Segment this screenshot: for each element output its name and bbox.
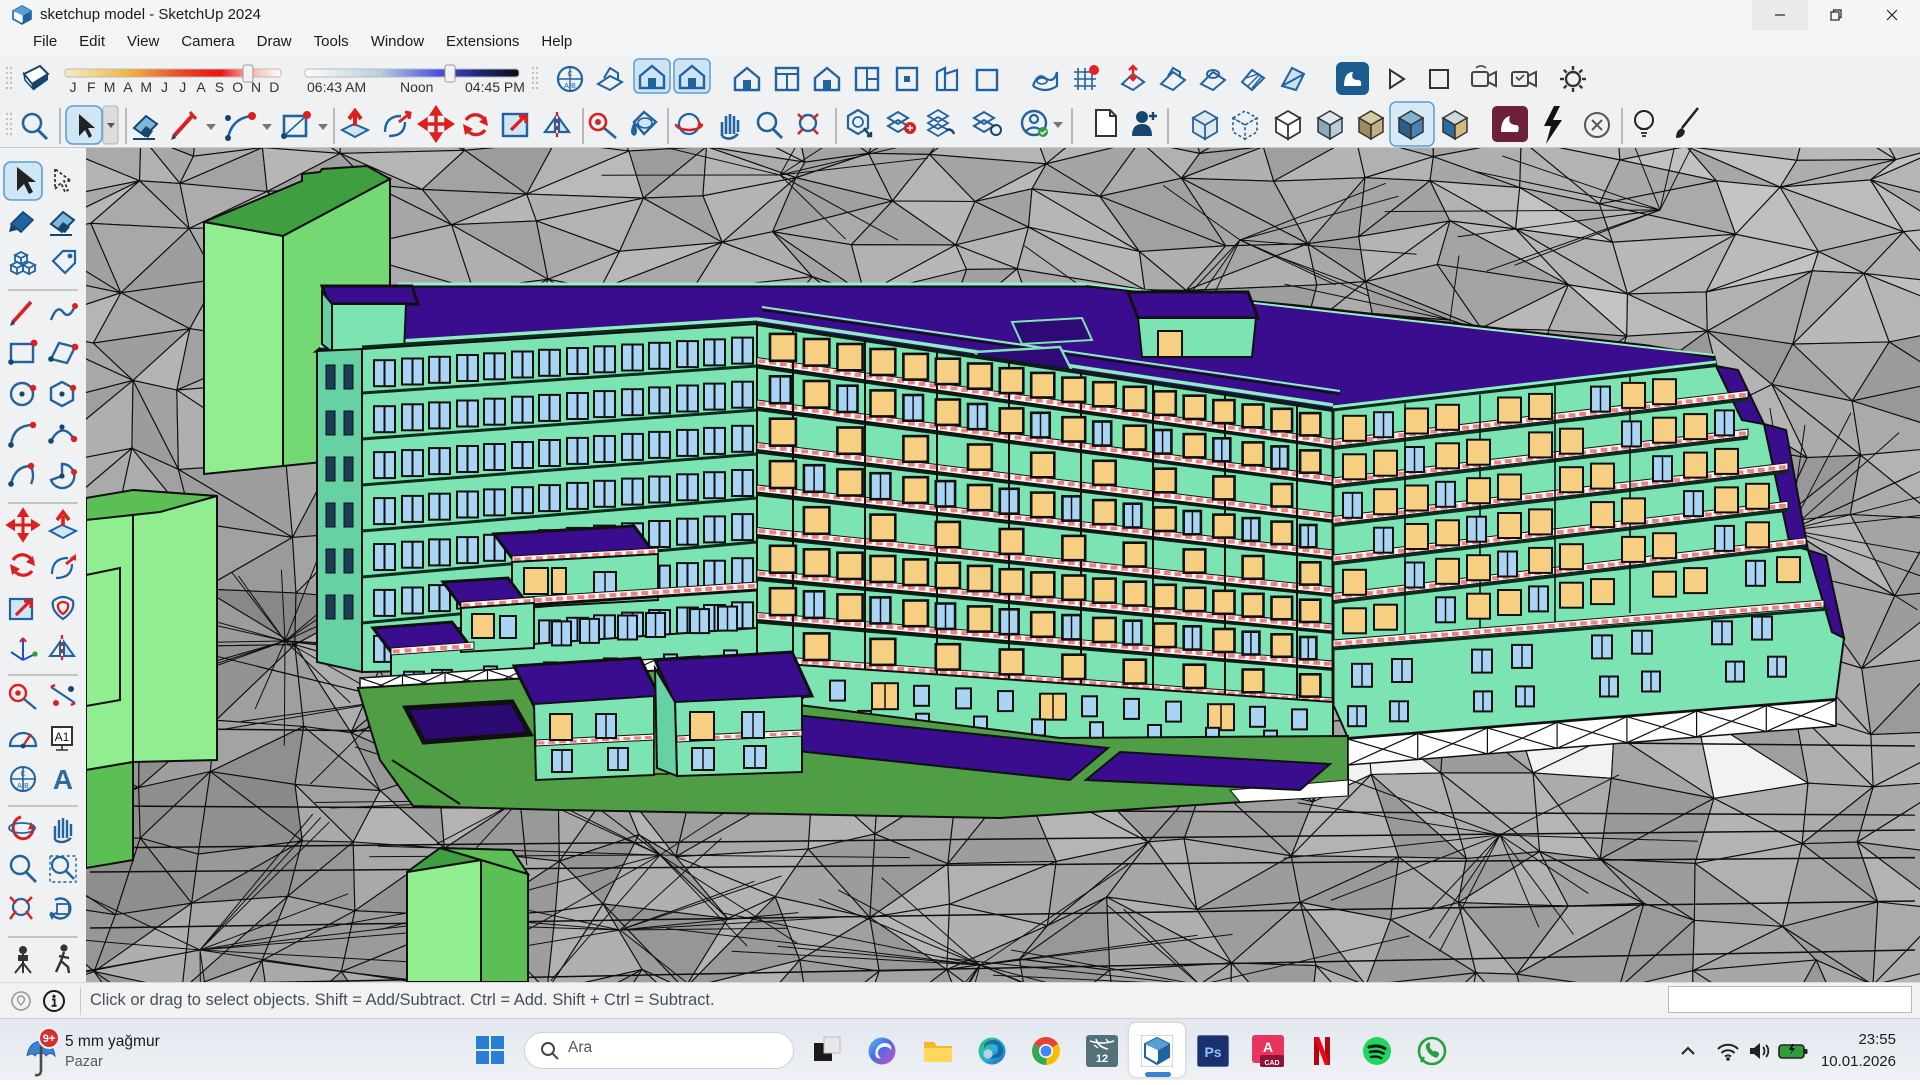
svg-text:A-B: A-B bbox=[17, 783, 29, 790]
svg-text:A-B: A-B bbox=[564, 83, 576, 90]
svg-text:Noon: Noon bbox=[400, 79, 433, 95]
svg-text:M: M bbox=[104, 79, 116, 95]
svg-text:M: M bbox=[140, 79, 152, 95]
svg-text:F: F bbox=[87, 79, 96, 95]
svg-text:J: J bbox=[161, 79, 168, 95]
svg-text:J: J bbox=[179, 79, 186, 95]
svg-text:A: A bbox=[196, 79, 206, 95]
svg-text:06:43 AM: 06:43 AM bbox=[307, 79, 366, 95]
svg-text:Ps: Ps bbox=[1204, 1044, 1221, 1060]
svg-text:04:45 PM: 04:45 PM bbox=[465, 79, 525, 95]
svg-text:C: C bbox=[567, 71, 572, 78]
svg-text:D: D bbox=[269, 79, 279, 95]
svg-text:A: A bbox=[1263, 1039, 1273, 1055]
svg-text:N: N bbox=[251, 79, 261, 95]
svg-text:12: 12 bbox=[1096, 1053, 1108, 1065]
svg-text:C: C bbox=[20, 771, 25, 778]
svg-text:A1: A1 bbox=[55, 730, 70, 744]
svg-text:S: S bbox=[215, 79, 224, 95]
svg-text:A: A bbox=[123, 79, 133, 95]
svg-text:J: J bbox=[70, 79, 77, 95]
svg-text:A: A bbox=[53, 764, 73, 795]
svg-text:CAD: CAD bbox=[1264, 1060, 1279, 1067]
svg-text:O: O bbox=[232, 79, 243, 95]
